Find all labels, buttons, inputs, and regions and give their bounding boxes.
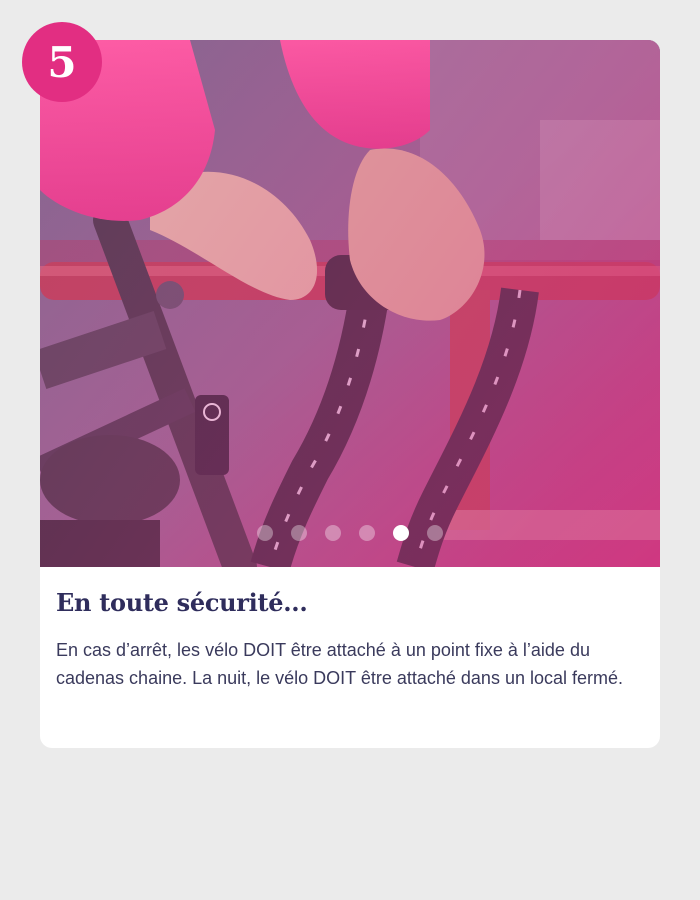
step-number-badge: 5 — [22, 22, 102, 102]
bike-chain-lock-photo-icon — [40, 40, 660, 567]
carousel-dot-3[interactable] — [325, 525, 341, 541]
card-photo — [40, 40, 660, 567]
card-description: En cas d’arrêt, les vélo DOIT être attac… — [56, 640, 623, 688]
card-title: En toute sécurité... — [56, 588, 308, 617]
carousel-dots — [40, 525, 660, 541]
step-number: 5 — [47, 37, 77, 87]
carousel-dot-1[interactable] — [257, 525, 273, 541]
info-card: En toute sécurité... En cas d’arrêt, les… — [40, 40, 660, 748]
carousel-dot-4[interactable] — [359, 525, 375, 541]
carousel-dot-2[interactable] — [291, 525, 307, 541]
carousel-dot-5-active[interactable] — [393, 525, 409, 541]
carousel-dot-6[interactable] — [427, 525, 443, 541]
